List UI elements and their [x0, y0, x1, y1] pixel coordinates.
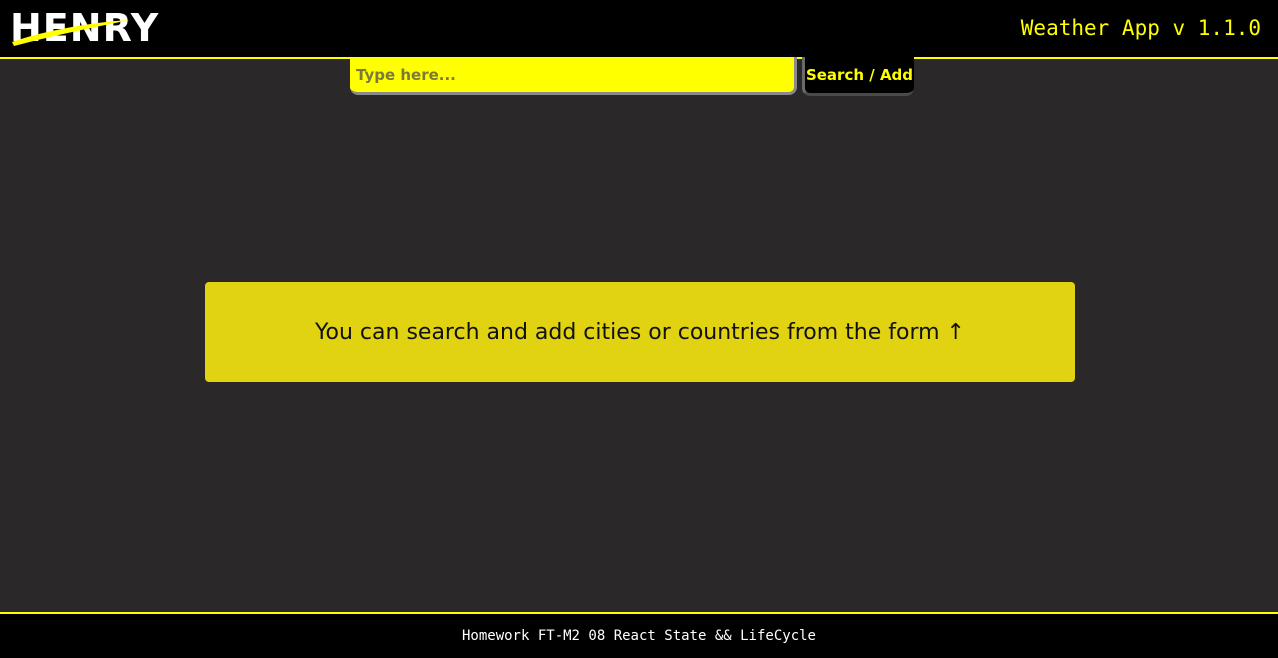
footer: Homework FT-M2 08 React State && LifeCyc…	[0, 612, 1278, 658]
logo-swoosh-icon	[12, 20, 130, 46]
empty-state-notice: You can search and add cities or countri…	[205, 282, 1075, 382]
search-add-button[interactable]: Search / Add	[802, 57, 914, 96]
henry-logo[interactable]: HENRY	[10, 8, 162, 48]
app-title: Weather App v 1.1.0	[1020, 16, 1261, 40]
notice-text: You can search and add cities or countri…	[315, 319, 965, 345]
navbar: HENRY Weather App v 1.1.0	[0, 0, 1278, 59]
footer-text: Homework FT-M2 08 React State && LifeCyc…	[461, 628, 816, 644]
search-input[interactable]	[350, 57, 797, 95]
